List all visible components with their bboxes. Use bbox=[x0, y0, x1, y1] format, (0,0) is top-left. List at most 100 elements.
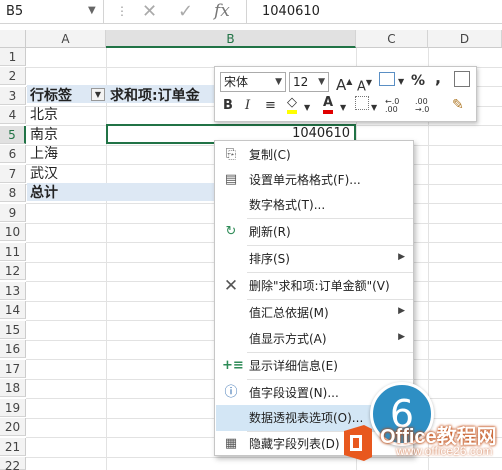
fill-color-icon[interactable]: ◇ bbox=[287, 96, 297, 114]
menu-item-show-values-as[interactable]: 值显示方式(A) ▶ bbox=[216, 326, 413, 352]
chevron-down-icon[interactable]: ▼ bbox=[398, 73, 404, 91]
chevron-down-icon[interactable]: ▼ bbox=[304, 99, 310, 117]
show-details-icon: +≡ bbox=[222, 358, 244, 373]
column-header-c[interactable]: C bbox=[356, 30, 428, 48]
menu-item-sort[interactable]: 排序(S) ▶ bbox=[216, 246, 413, 272]
row-header[interactable]: 14 bbox=[0, 301, 26, 319]
menu-item-label: 排序(S) bbox=[249, 252, 290, 266]
chevron-down-icon[interactable]: ▼ bbox=[318, 73, 325, 91]
menu-item-summarize-values-by[interactable]: 值汇总依据(M) ▶ bbox=[216, 300, 413, 326]
font-size-combo[interactable]: 12 ▼ bbox=[289, 72, 329, 92]
filter-dropdown-icon[interactable]: ▼ bbox=[91, 88, 105, 101]
row-header[interactable]: 20 bbox=[0, 418, 26, 436]
chevron-down-icon[interactable]: ▼ bbox=[275, 73, 282, 91]
row-header[interactable]: 1 bbox=[0, 48, 26, 66]
menu-item-label: 值显示方式(A) bbox=[249, 332, 327, 346]
row-header[interactable]: 8 bbox=[0, 184, 26, 202]
column-header-b[interactable]: B bbox=[106, 30, 356, 48]
menu-item-label: 数字格式(T)... bbox=[249, 198, 326, 212]
decrease-decimal-button[interactable]: .00 →.0 bbox=[415, 98, 443, 114]
menu-item-remove-field[interactable]: ✕ 删除"求和项:订单金额"(V) bbox=[216, 273, 413, 299]
submenu-arrow-icon: ▶ bbox=[398, 332, 405, 342]
percent-style-button[interactable]: % bbox=[411, 72, 425, 90]
menu-item-label: 值汇总依据(M) bbox=[249, 306, 329, 320]
comma-style-button[interactable]: , bbox=[435, 69, 441, 87]
pivot-grand-total-label[interactable]: 总计 bbox=[30, 184, 58, 202]
bold-button[interactable]: B bbox=[223, 97, 233, 115]
increase-decimal-button[interactable]: ←.0 .00 bbox=[385, 98, 413, 114]
row-header[interactable]: 5 bbox=[0, 126, 26, 144]
pivot-row-item[interactable]: 上海 bbox=[30, 145, 58, 163]
row-header[interactable]: 16 bbox=[0, 340, 26, 358]
row-header[interactable]: 22 bbox=[0, 457, 26, 470]
name-box-dropdown-icon[interactable]: ▼ bbox=[88, 5, 96, 16]
row-header[interactable]: 18 bbox=[0, 379, 26, 397]
cancel-icon[interactable]: ✕ bbox=[142, 1, 157, 22]
row-header[interactable]: 4 bbox=[0, 106, 26, 124]
row-header[interactable]: 9 bbox=[0, 204, 26, 222]
font-size-value: 12 bbox=[293, 75, 309, 89]
italic-button[interactable]: I bbox=[245, 97, 250, 115]
field-list-icon: ▦ bbox=[224, 436, 238, 451]
align-center-icon[interactable]: ≡ bbox=[265, 97, 276, 115]
menu-item-show-details[interactable]: +≡ 显示详细信息(E) bbox=[216, 353, 413, 379]
formula-input[interactable]: 1040610 bbox=[262, 4, 320, 19]
formula-bar: B5 ▼ ⋮ ✕ ✓ fx 1040610 bbox=[0, 0, 502, 24]
pivot-row-item[interactable]: 北京 bbox=[30, 106, 58, 124]
row-header[interactable]: 10 bbox=[0, 223, 26, 241]
watermark-url: www.office26.com bbox=[396, 444, 493, 458]
office-logo-icon bbox=[344, 425, 372, 461]
delete-x-icon: ✕ bbox=[223, 276, 239, 296]
enter-check-icon[interactable]: ✓ bbox=[178, 1, 193, 22]
row-header[interactable]: 15 bbox=[0, 321, 26, 339]
gridline bbox=[106, 48, 107, 470]
font-name-combo[interactable]: 宋体 ▼ bbox=[220, 72, 286, 92]
row-header[interactable]: 12 bbox=[0, 262, 26, 280]
format-painter-icon[interactable]: ✎ bbox=[452, 96, 464, 114]
borders-icon[interactable] bbox=[355, 96, 369, 110]
menu-item-label: 隐藏字段列表(D) bbox=[249, 437, 340, 451]
row-header[interactable]: 19 bbox=[0, 399, 26, 417]
format-table-icon[interactable] bbox=[454, 71, 470, 87]
name-box-value: B5 bbox=[6, 4, 24, 19]
font-color-button[interactable]: A bbox=[323, 96, 334, 114]
menu-item-copy[interactable]: ⎘ 复制(C) bbox=[216, 142, 413, 168]
submenu-arrow-icon: ▶ bbox=[398, 306, 405, 316]
shrink-font-button[interactable]: A▼ bbox=[357, 74, 372, 96]
menu-item-label: 刷新(R) bbox=[249, 225, 291, 239]
refresh-icon: ↻ bbox=[225, 224, 237, 239]
grow-font-letter: A bbox=[336, 76, 347, 94]
pivot-row-item[interactable]: 武汉 bbox=[30, 165, 58, 183]
column-header-d[interactable]: D bbox=[428, 30, 502, 48]
grow-font-button[interactable]: A▲ bbox=[336, 73, 352, 94]
field-settings-icon: ⓘ bbox=[224, 385, 238, 400]
font-name-value: 宋体 bbox=[224, 75, 249, 89]
chevron-down-icon[interactable]: ▼ bbox=[340, 99, 346, 117]
row-header[interactable]: 2 bbox=[0, 67, 26, 85]
pivot-value-header[interactable]: 求和项:订单金 bbox=[110, 87, 214, 105]
chevron-down-icon[interactable]: ▼ bbox=[371, 99, 377, 117]
row-header[interactable]: 3 bbox=[0, 87, 26, 105]
menu-item-number-format[interactable]: 数字格式(T)... bbox=[216, 192, 413, 218]
pivot-row-labels-header[interactable]: 行标签 bbox=[30, 87, 72, 105]
accounting-format-icon[interactable] bbox=[379, 72, 395, 86]
menu-item-refresh[interactable]: ↻ 刷新(R) bbox=[216, 219, 413, 245]
row-header[interactable]: 17 bbox=[0, 360, 26, 378]
name-box[interactable]: B5 ▼ bbox=[0, 0, 104, 23]
menu-item-format-cells[interactable]: ▤ 设置单元格格式(F)... bbox=[216, 167, 413, 193]
column-header-a[interactable]: A bbox=[26, 30, 106, 48]
formula-bar-divider bbox=[246, 0, 247, 23]
copy-icon: ⎘ bbox=[225, 147, 237, 162]
select-all-corner[interactable] bbox=[0, 30, 26, 48]
row-header[interactable]: 6 bbox=[0, 145, 26, 163]
insert-function-button[interactable]: fx bbox=[214, 1, 230, 21]
pivot-row-item[interactable]: 南京 bbox=[30, 126, 58, 144]
menu-item-label: 删除"求和项:订单金额"(V) bbox=[249, 279, 390, 293]
shrink-font-letter: A bbox=[357, 79, 366, 95]
row-header[interactable]: 11 bbox=[0, 243, 26, 261]
row-header[interactable]: 13 bbox=[0, 282, 26, 300]
menu-item-label: 值字段设置(N)... bbox=[249, 386, 339, 400]
row-header[interactable]: 21 bbox=[0, 438, 26, 456]
row-header[interactable]: 7 bbox=[0, 165, 26, 183]
mini-toolbar: 宋体 ▼ 12 ▼ A▲ A▼ ▼ % , B I ≡ ◇ ▼ A ▼ ▼ ←.… bbox=[214, 66, 477, 122]
